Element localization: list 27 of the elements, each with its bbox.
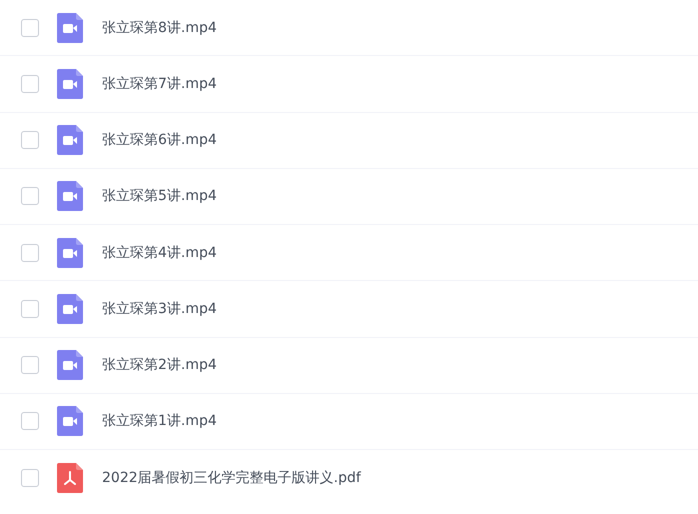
video-file-icon	[57, 238, 83, 268]
file-name[interactable]: 张立琛第8讲.mp4	[102, 18, 217, 37]
checkbox[interactable]	[21, 74, 39, 93]
checkbox[interactable]	[21, 469, 39, 488]
checkbox[interactable]	[21, 412, 39, 430]
checkbox[interactable]	[21, 18, 39, 37]
video-file-icon	[57, 294, 83, 324]
pdf-file-icon	[57, 463, 83, 494]
video-file-icon	[57, 12, 83, 43]
file-name[interactable]: 张立琛第7讲.mp4	[102, 74, 217, 93]
file-name[interactable]: 2022届暑假初三化学完整电子版讲义.pdf	[102, 469, 361, 488]
file-name[interactable]: 张立琛第5讲.mp4	[102, 187, 217, 206]
file-name[interactable]: 张立琛第4讲.mp4	[102, 244, 217, 262]
video-file-icon	[57, 125, 83, 156]
video-file-icon	[57, 68, 83, 99]
video-file-icon	[57, 181, 83, 212]
file-name[interactable]: 张立琛第3讲.mp4	[102, 300, 217, 318]
file-name[interactable]: 张立琛第1讲.mp4	[102, 412, 217, 430]
checkbox[interactable]	[21, 244, 39, 262]
checkbox[interactable]	[21, 356, 39, 374]
checkbox[interactable]	[21, 131, 39, 150]
checkbox[interactable]	[21, 187, 39, 206]
video-file-icon	[57, 406, 83, 436]
checkbox[interactable]	[21, 300, 39, 318]
file-name[interactable]: 张立琛第2讲.mp4	[102, 356, 217, 374]
video-file-icon	[57, 350, 83, 380]
file-name[interactable]: 张立琛第6讲.mp4	[102, 131, 217, 150]
